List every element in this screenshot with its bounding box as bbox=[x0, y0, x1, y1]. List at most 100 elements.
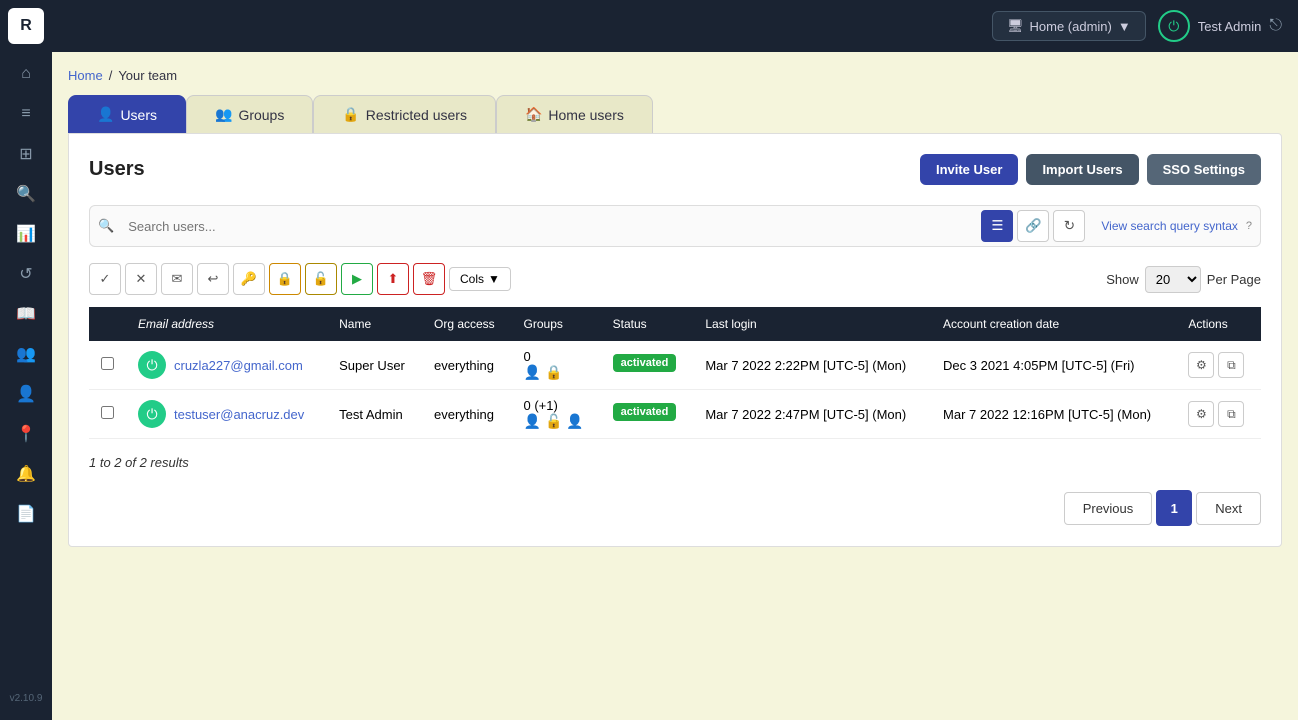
key-button[interactable]: 🔑 bbox=[233, 263, 265, 295]
user-icon[interactable]: 👤 bbox=[8, 376, 44, 412]
row2-actions-cell: ⚙ ⧉ bbox=[1176, 390, 1261, 439]
table-header-groups[interactable]: Groups bbox=[512, 307, 601, 341]
lock-button[interactable]: 🔒 bbox=[269, 263, 301, 295]
docs-icon[interactable]: 📄 bbox=[8, 496, 44, 532]
tab-home-users-icon: 🏠 bbox=[525, 106, 542, 123]
cols-label: Cols bbox=[460, 272, 484, 286]
admin-label: Home (admin) bbox=[1030, 19, 1112, 34]
previous-button[interactable]: Previous bbox=[1064, 492, 1153, 525]
location-icon[interactable]: 📍 bbox=[8, 416, 44, 452]
table-header-org-access[interactable]: Org access bbox=[422, 307, 512, 341]
row1-actions-cell: ⚙ ⧉ bbox=[1176, 341, 1261, 390]
book-icon[interactable]: 📖 bbox=[8, 296, 44, 332]
row2-status-badge: activated bbox=[613, 403, 677, 421]
row1-org-access: everything bbox=[422, 341, 512, 390]
row1-status-badge: activated bbox=[613, 354, 677, 372]
deselect-button[interactable]: ✕ bbox=[125, 263, 157, 295]
team-icon[interactable]: 👥 bbox=[8, 336, 44, 372]
tab-groups-label: Groups bbox=[238, 107, 284, 123]
table-header-email[interactable]: Email address bbox=[126, 307, 327, 341]
table-header-name[interactable]: Name bbox=[327, 307, 422, 341]
help-icon[interactable]: ? bbox=[1246, 220, 1252, 232]
table-header-creation-date[interactable]: Account creation date bbox=[931, 307, 1176, 341]
row1-group-icon-2: 🔒 bbox=[545, 364, 562, 381]
export-button[interactable]: ⬆ bbox=[377, 263, 409, 295]
row1-settings-button[interactable]: ⚙ bbox=[1188, 352, 1214, 378]
row2-checkbox[interactable] bbox=[101, 406, 114, 419]
tab-groups-icon: 👥 bbox=[215, 106, 232, 123]
list-view-button[interactable]: ☰ bbox=[981, 210, 1013, 242]
user-area: ⏻ Test Admin ⎋ bbox=[1158, 10, 1282, 42]
row1-checkbox[interactable] bbox=[101, 357, 114, 370]
row1-creation-date: Dec 3 2021 4:05PM [UTC-5] (Fri) bbox=[931, 341, 1176, 390]
toolbar: ✓ ✕ ✉ ↩ 🔑 🔒 🔓 ▶ ⬆ 🗑 Cols ▼ Show 20 bbox=[89, 263, 1261, 295]
current-page-number[interactable]: 1 bbox=[1156, 490, 1192, 526]
row1-email-cell: ⏻ cruzla227@gmail.com bbox=[126, 341, 327, 390]
row2-org-access: everything bbox=[422, 390, 512, 439]
users-table: Email address Name Org access Groups Sta… bbox=[89, 307, 1261, 439]
bell-icon[interactable]: 🔔 bbox=[8, 456, 44, 492]
show-area: Show 20 50 100 Per Page bbox=[1106, 266, 1261, 293]
row1-copy-button[interactable]: ⧉ bbox=[1218, 352, 1244, 378]
row2-copy-button[interactable]: ⧉ bbox=[1218, 401, 1244, 427]
tab-users[interactable]: 👤 Users bbox=[68, 95, 186, 133]
search-input[interactable] bbox=[122, 213, 973, 240]
tab-users-label: Users bbox=[120, 107, 157, 123]
row2-email-link[interactable]: testuser@anacruz.dev bbox=[174, 407, 304, 422]
breadcrumb-separator: / bbox=[109, 68, 113, 83]
breadcrumb-current: Your team bbox=[118, 68, 177, 83]
row2-email-cell: ⏻ testuser@anacruz.dev bbox=[126, 390, 327, 439]
list-icon[interactable]: ≡ bbox=[8, 96, 44, 132]
search-magnifier-icon: 🔍 bbox=[98, 218, 114, 234]
per-page-select[interactable]: 20 50 100 bbox=[1145, 266, 1201, 293]
admin-dropdown-button[interactable]: 🖥 Home (admin) ▼ bbox=[992, 11, 1146, 41]
cols-button[interactable]: Cols ▼ bbox=[449, 267, 511, 291]
search-syntax-link[interactable]: View search query syntax bbox=[1101, 219, 1238, 233]
admin-icon: 🖥 bbox=[1007, 18, 1024, 34]
table-header-last-login[interactable]: Last login bbox=[693, 307, 931, 341]
row1-email-link[interactable]: cruzla227@gmail.com bbox=[174, 358, 303, 373]
history-icon[interactable]: ↺ bbox=[8, 256, 44, 292]
tab-home-users[interactable]: 🏠 Home users bbox=[496, 95, 653, 133]
search-icon[interactable]: 🔍 bbox=[8, 176, 44, 212]
home-icon[interactable]: ⌂ bbox=[8, 56, 44, 92]
tab-groups[interactable]: 👥 Groups bbox=[186, 95, 313, 133]
email-button[interactable]: ✉ bbox=[161, 263, 193, 295]
row2-status-cell: activated bbox=[601, 390, 694, 439]
restore-button[interactable]: ↩ bbox=[197, 263, 229, 295]
select-all-button[interactable]: ✓ bbox=[89, 263, 121, 295]
chart-icon[interactable]: 📊 bbox=[8, 216, 44, 252]
row1-status-cell: activated bbox=[601, 341, 694, 390]
invite-user-button[interactable]: Invite User bbox=[920, 154, 1018, 185]
logout-icon[interactable]: ⎋ bbox=[1269, 17, 1282, 35]
delete-button[interactable]: 🗑 bbox=[413, 263, 445, 295]
link-view-button[interactable]: 🔗 bbox=[1017, 210, 1049, 242]
breadcrumb-home[interactable]: Home bbox=[68, 68, 103, 83]
unlock-button[interactable]: 🔓 bbox=[305, 263, 337, 295]
table-header-actions: Actions bbox=[1176, 307, 1261, 341]
tab-home-users-label: Home users bbox=[548, 107, 623, 123]
version-label: v2.10.9 bbox=[10, 693, 43, 712]
row2-settings-button[interactable]: ⚙ bbox=[1188, 401, 1214, 427]
top-nav: 🖥 Home (admin) ▼ ⏻ Test Admin ⎋ bbox=[52, 0, 1298, 52]
breadcrumb: Home / Your team bbox=[68, 68, 1282, 83]
row2-last-login: Mar 7 2022 2:47PM [UTC-5] (Mon) bbox=[693, 390, 931, 439]
row1-name: Super User bbox=[327, 341, 422, 390]
next-button[interactable]: Next bbox=[1196, 492, 1261, 525]
cols-dropdown-icon: ▼ bbox=[488, 272, 500, 286]
users-panel: Users Invite User Import Users SSO Setti… bbox=[68, 133, 1282, 547]
refresh-button[interactable]: ↻ bbox=[1053, 210, 1085, 242]
row2-avatar: ⏻ bbox=[138, 400, 166, 428]
app-logo[interactable]: R bbox=[8, 8, 44, 44]
tab-restricted[interactable]: 🔒 Restricted users bbox=[313, 95, 496, 133]
table-header-status[interactable]: Status bbox=[601, 307, 694, 341]
content-area: Home / Your team 👤 Users 👥 Groups 🔒 Rest… bbox=[52, 52, 1298, 720]
row1-groups: 0 👤 🔒 bbox=[512, 341, 601, 390]
tabs-container: 👤 Users 👥 Groups 🔒 Restricted users 🏠 Ho… bbox=[68, 95, 1282, 133]
sidebar: R ⌂ ≡ ⊞ 🔍 📊 ↺ 📖 👥 👤 📍 🔔 📄 v2.10.9 bbox=[0, 0, 52, 720]
sso-settings-button[interactable]: SSO Settings bbox=[1147, 154, 1261, 185]
row1-avatar: ⏻ bbox=[138, 351, 166, 379]
activate-button[interactable]: ▶ bbox=[341, 263, 373, 295]
import-users-button[interactable]: Import Users bbox=[1026, 154, 1138, 185]
table-icon[interactable]: ⊞ bbox=[8, 136, 44, 172]
